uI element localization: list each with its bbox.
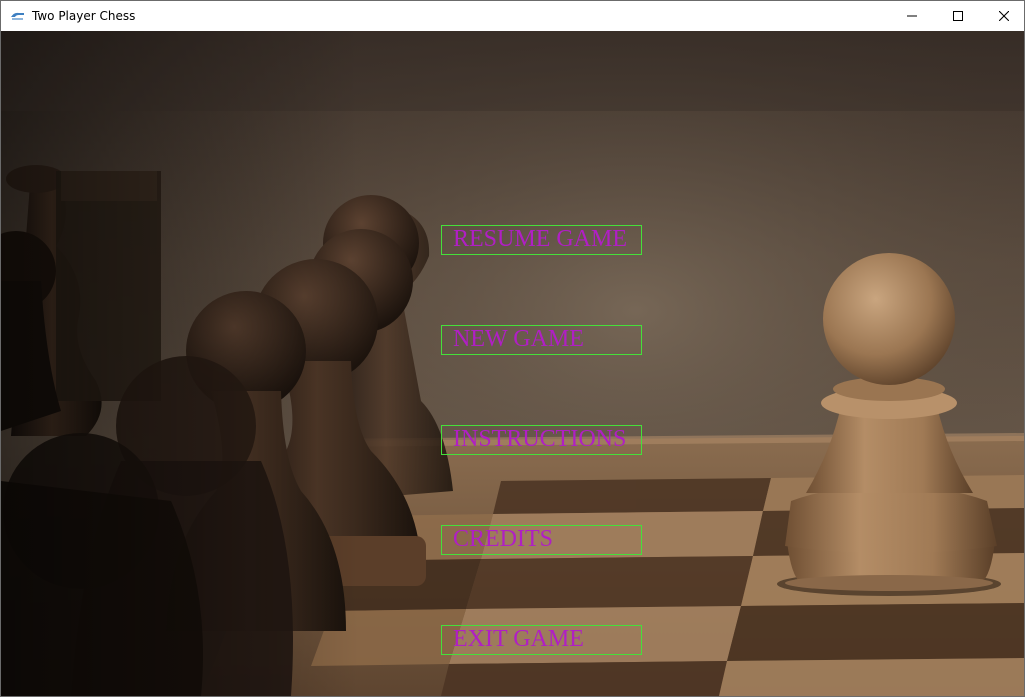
credits-button[interactable]: CREDITS [441, 525, 642, 555]
exit-game-button[interactable]: EXIT GAME [441, 625, 642, 655]
exit-game-label: EXIT GAME [453, 626, 584, 652]
instructions-button[interactable]: INSTRUCTIONS [441, 425, 642, 455]
new-game-label: NEW GAME [453, 326, 584, 352]
maximize-button[interactable] [935, 1, 981, 31]
maximize-icon [953, 11, 963, 21]
new-game-button[interactable]: NEW GAME [441, 325, 642, 355]
minimize-icon [907, 15, 917, 17]
chess-background-image [1, 31, 1024, 696]
close-button[interactable] [981, 1, 1024, 31]
window-title: Two Player Chess [32, 9, 136, 23]
credits-label: CREDITS [453, 526, 554, 552]
title-bar[interactable]: Two Player Chess [1, 1, 1024, 31]
app-window: Two Player Chess RESUME GAME NEW GAME IN… [0, 0, 1025, 697]
resume-game-label: RESUME GAME [453, 226, 628, 252]
resume-game-button[interactable]: RESUME GAME [441, 225, 642, 255]
app-icon [11, 12, 24, 20]
minimize-button[interactable] [889, 1, 935, 31]
main-menu-screen: RESUME GAME NEW GAME INSTRUCTIONS CREDIT… [1, 31, 1024, 696]
close-icon [999, 11, 1009, 21]
instructions-label: INSTRUCTIONS [453, 426, 627, 452]
